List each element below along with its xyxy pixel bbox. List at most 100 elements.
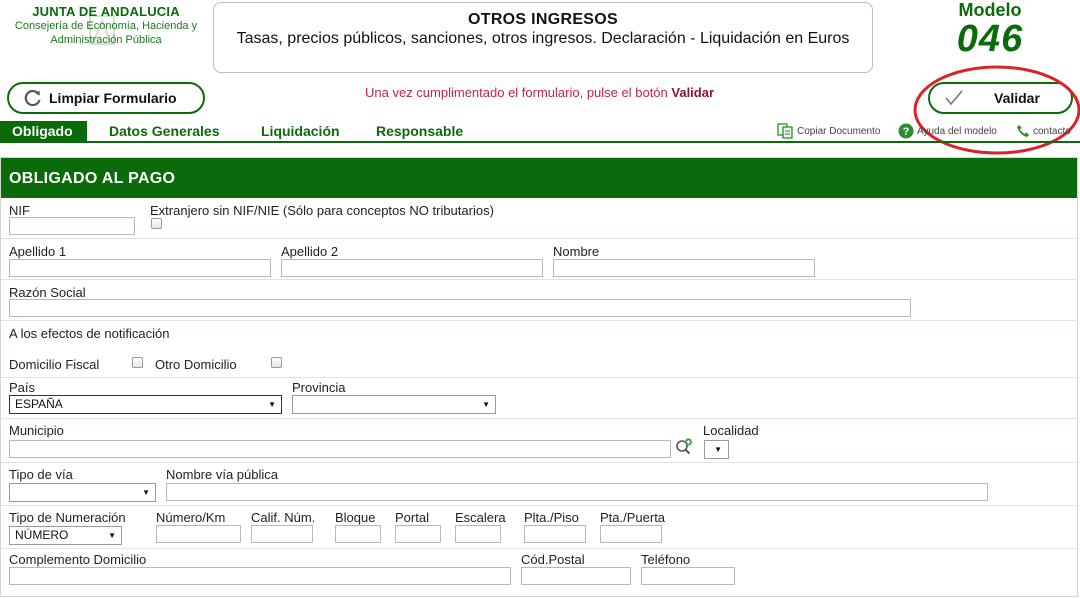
codigo-postal-label: Cód.Postal [521, 552, 585, 567]
puerta-label: Pta./Puerta [600, 510, 666, 525]
provincia-label: Provincia [292, 380, 346, 395]
tab-underline [0, 141, 1080, 143]
validate-button[interactable]: Validar [928, 82, 1073, 114]
chevron-down-icon: ▼ [482, 400, 490, 409]
modelo-number: 046 [956, 18, 1024, 60]
row-numeracion: Tipo de Numeración NÚMERO ▼ Número/Km Ca… [1, 506, 1077, 549]
notice-bold: Validar [671, 85, 715, 100]
nombre-via-input[interactable] [166, 483, 988, 501]
row-municipio: Municipio Localidad ▼ [1, 419, 1077, 463]
nif-input[interactable] [9, 217, 135, 235]
contact-label: contacto [1033, 125, 1071, 137]
bloque-input[interactable] [335, 525, 381, 543]
help-icon: ? [898, 123, 914, 139]
nombre-label: Nombre [553, 244, 600, 259]
nombre-via-label: Nombre vía pública [166, 467, 278, 482]
refresh-icon [24, 89, 41, 107]
calif-num-label: Calif. Núm. [251, 510, 316, 525]
puerta-input[interactable] [600, 525, 662, 543]
portal-input[interactable] [395, 525, 441, 543]
razon-social-input[interactable] [9, 299, 911, 317]
junta-logo-icon [89, 15, 115, 45]
portal-label: Portal [395, 510, 429, 525]
brand-block: JUNTA DE ANDALUCIA Consejería de Economí… [6, 4, 206, 47]
tab-datos-generales[interactable]: Datos Generales [109, 121, 220, 141]
telefono-input[interactable] [641, 567, 735, 585]
apellido2-input[interactable] [281, 259, 543, 277]
help-link[interactable]: ? Ayuda del modelo [898, 122, 997, 140]
checkmark-icon [945, 90, 963, 106]
numero-km-input[interactable] [156, 525, 241, 543]
escalera-input[interactable] [455, 525, 501, 543]
codigo-postal-input[interactable] [521, 567, 631, 585]
calif-num-input[interactable] [251, 525, 313, 543]
row-pais: País ESPAÑA ▼ Provincia ▼ [1, 378, 1077, 419]
tab-obligado[interactable]: Obligado [0, 121, 87, 141]
razon-social-label: Razón Social [9, 285, 86, 300]
contact-link[interactable]: contacto [1016, 122, 1080, 140]
clear-form-button[interactable]: Limpiar Formulario [7, 82, 205, 114]
section-title: OBLIGADO AL PAGO [1, 158, 1077, 198]
help-label: Ayuda del modelo [917, 125, 997, 137]
chevron-down-icon: ▼ [268, 400, 276, 409]
tipo-via-select[interactable]: ▼ [9, 483, 156, 502]
notificacion-label: A los efectos de notificación [9, 326, 170, 341]
copy-document-link[interactable]: Copiar Documento [777, 122, 880, 140]
form-title: OTROS INGRESOS [468, 11, 618, 28]
nif-label: NIF [9, 203, 30, 218]
otro-domicilio-label: Otro Domicilio [155, 357, 237, 372]
chevron-down-icon: ▼ [108, 531, 116, 540]
domicilio-fiscal-checkbox[interactable] [132, 357, 143, 368]
pais-label: País [9, 380, 36, 395]
bloque-label: Bloque [335, 510, 376, 525]
otro-domicilio-checkbox[interactable] [271, 357, 282, 368]
municipio-label: Municipio [9, 423, 64, 438]
planta-input[interactable] [524, 525, 586, 543]
complemento-input[interactable] [9, 567, 511, 585]
escalera-label: Escalera [455, 510, 506, 525]
chevron-down-icon: ▼ [714, 445, 722, 454]
tipo-numeracion-value: NÚMERO [15, 528, 69, 542]
tipo-via-label: Tipo de vía [9, 467, 73, 482]
foreign-label: Extranjero sin NIF/NIE (Sólo para concep… [150, 203, 494, 218]
telefono-label: Teléfono [641, 552, 691, 567]
nombre-input[interactable] [553, 259, 815, 277]
localidad-label: Localidad [703, 423, 759, 438]
pais-value: ESPAÑA [15, 397, 63, 411]
apellido1-label: Apellido 1 [9, 244, 67, 259]
provincia-select[interactable]: ▼ [292, 395, 496, 414]
copy-document-label: Copiar Documento [797, 125, 881, 137]
obligado-section: OBLIGADO AL PAGO NIF Extranjero sin NIF/… [0, 157, 1078, 597]
svg-text:?: ? [903, 126, 910, 138]
chevron-down-icon: ▼ [142, 488, 150, 497]
notice-text: Una vez cumplimentado el formulario, pul… [365, 85, 672, 100]
phone-icon [1017, 125, 1029, 137]
domicilio-fiscal-label: Domicilio Fiscal [9, 357, 100, 372]
copy-document-icon [777, 123, 793, 139]
tab-responsable[interactable]: Responsable [376, 121, 463, 141]
tipo-numeracion-select[interactable]: NÚMERO ▼ [9, 526, 122, 545]
apellido2-label: Apellido 2 [281, 244, 339, 259]
complemento-label: Complemento Domicilio [9, 552, 147, 567]
row-notificacion: A los efectos de notificación Domicilio … [1, 321, 1077, 378]
localidad-select[interactable]: ▼ [704, 440, 729, 459]
row-complemento: Complemento Domicilio Cód.Postal Teléfon… [1, 549, 1077, 596]
row-names: Apellido 1 Apellido 2 Nombre [1, 239, 1077, 280]
municipio-input[interactable] [9, 440, 671, 458]
search-add-icon[interactable] [675, 438, 693, 455]
row-via: Tipo de vía ▼ Nombre vía pública [1, 463, 1077, 506]
row-nif: NIF Extranjero sin NIF/NIE (Sólo para co… [1, 198, 1077, 239]
apellido1-input[interactable] [9, 259, 271, 277]
planta-label: Plta./Piso [524, 510, 579, 525]
form-title-box: OTROS INGRESOS Tasas, precios públicos, … [213, 2, 873, 73]
tipo-numeracion-label: Tipo de Numeración [9, 510, 126, 525]
tab-liquidacion[interactable]: Liquidación [261, 121, 340, 141]
numero-km-label: Número/Km [156, 510, 226, 525]
form-subtitle: Tasas, precios públicos, sanciones, otro… [236, 30, 850, 47]
row-razon-social: Razón Social [1, 280, 1077, 321]
validate-label: Validar [994, 90, 1040, 106]
validate-notice: Una vez cumplimentado el formulario, pul… [365, 85, 714, 100]
pais-select[interactable]: ESPAÑA ▼ [9, 395, 282, 414]
foreign-checkbox[interactable] [151, 218, 162, 229]
clear-form-label: Limpiar Formulario [49, 90, 177, 106]
